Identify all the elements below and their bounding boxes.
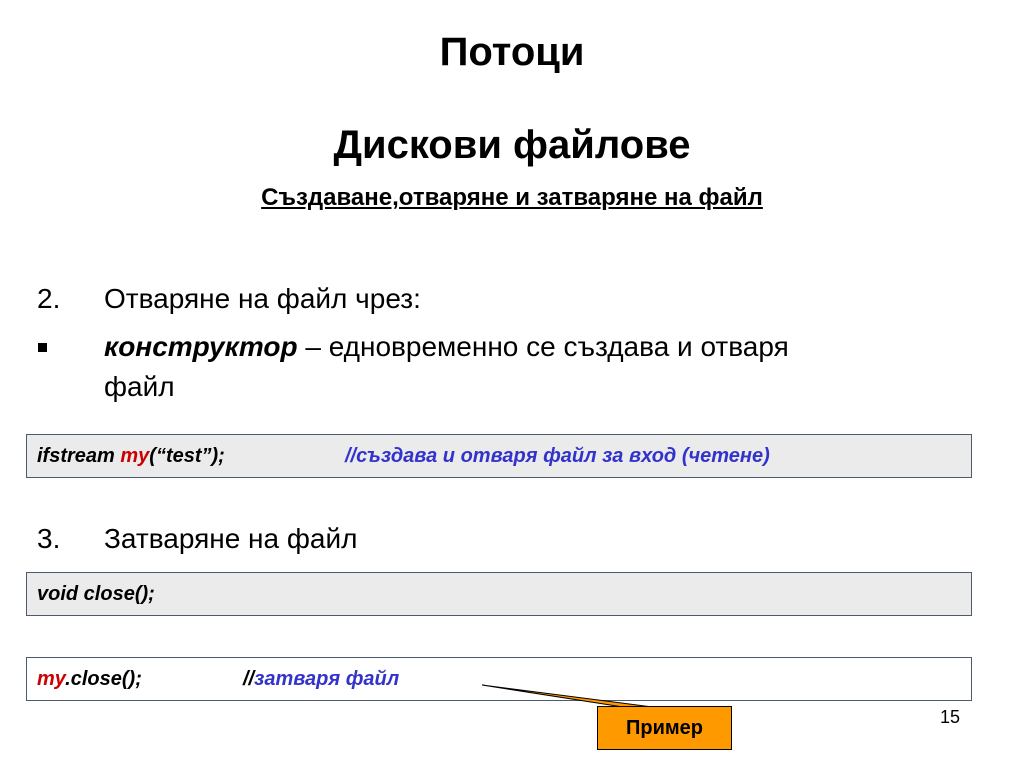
item-2-text: Отваряне на файл чрез:: [104, 283, 421, 314]
item-2-number: 2.: [37, 283, 61, 314]
code-box-close-call: my.close(); //затваря файл: [26, 657, 972, 701]
bullet-line-2: файл: [104, 371, 175, 402]
code-close-signature: void close();: [37, 583, 155, 605]
slide: Потоци Дискови файлове Създаване,отварян…: [0, 0, 1024, 768]
bullet-line-1: конструктор – едновременно се създава и …: [104, 331, 789, 363]
bullet-square-icon: [38, 343, 47, 352]
code-comment-ifstream: //създава и отваря файл за вход (четене): [345, 445, 770, 467]
page-number: 15: [940, 707, 961, 727]
bullet-term: конструктор: [104, 331, 298, 362]
code-line-ifstream: ifstream my(“test”);: [37, 445, 225, 468]
example-button[interactable]: Пример: [597, 706, 732, 750]
code-box-ifstream: ifstream my(“test”); //създава и отваря …: [26, 434, 972, 478]
code-line-close-call: my.close();: [37, 668, 142, 691]
code-close-call: .close();: [65, 668, 142, 690]
slide-title: Потоци: [439, 30, 585, 74]
code-ifstream-args: (“test”);: [149, 445, 225, 467]
bullet-text: – едновременно се създава и отваря: [297, 331, 789, 362]
code-comment-slashes: //: [243, 668, 255, 690]
item-3-number: 3.: [37, 523, 61, 554]
code-object-my: my: [120, 445, 150, 467]
code-comment-text: затваря файл: [254, 668, 400, 690]
item-3-text: Затваряне на файл: [104, 523, 358, 554]
section-heading: Създаване,отваряне и затваряне на файл: [261, 184, 763, 211]
slide-subtitle: Дискови файлове: [333, 123, 691, 167]
code-ifstream-type: ifstream: [37, 445, 121, 467]
code-box-close-signature: void close();: [26, 572, 972, 616]
code-comment-close: //затваря файл: [243, 668, 399, 691]
code-object-my: my: [37, 668, 66, 690]
